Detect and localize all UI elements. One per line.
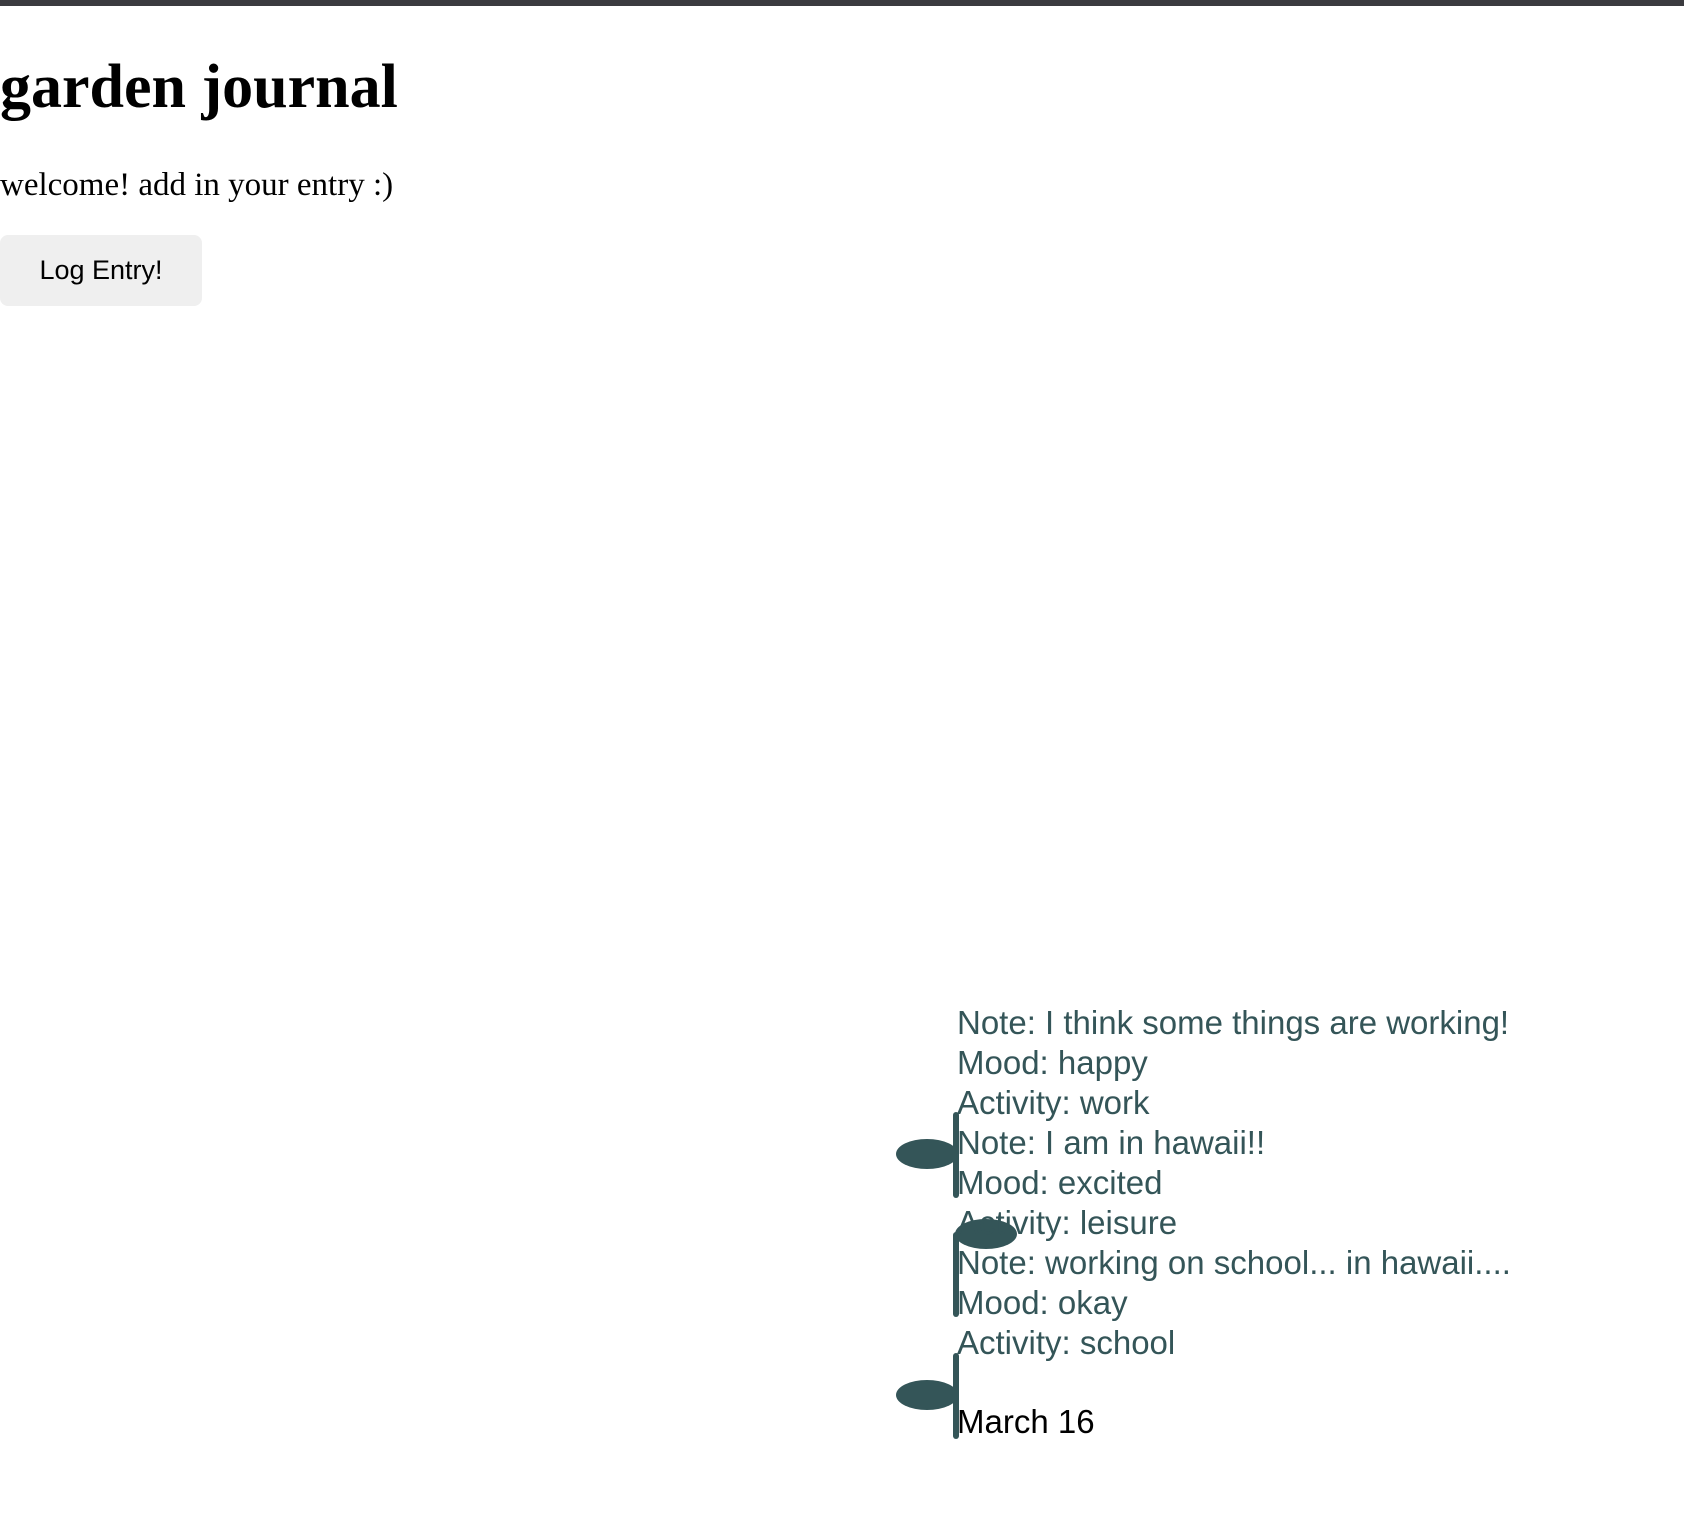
journal-entries: Note: I think some things are working! M… <box>957 1003 1677 1363</box>
entry-activity: Activity: school <box>957 1324 1176 1361</box>
journal-entry: Note: I am in hawaii!! Mood: excited Act… <box>957 1123 1677 1243</box>
entry-activity: Activity: work <box>957 1084 1150 1121</box>
page-title: garden journal <box>0 53 398 121</box>
entry-mood: Mood: excited <box>957 1164 1163 1201</box>
leaf-icon <box>896 1139 958 1169</box>
log-entry-button[interactable]: Log Entry! <box>0 235 202 306</box>
welcome-message: welcome! add in your entry :) <box>0 167 394 203</box>
leaf-icon <box>896 1380 958 1410</box>
entry-note: Note: I am in hawaii!! <box>957 1124 1266 1161</box>
journal-entry: Note: working on school... in hawaii....… <box>957 1243 1677 1363</box>
entry-activity: Activity: leisure <box>957 1204 1178 1241</box>
entry-date: March 16 <box>957 1403 1095 1440</box>
entry-note: Note: working on school... in hawaii.... <box>957 1244 1511 1281</box>
journal-entry: Note: I think some things are working! M… <box>957 1003 1677 1123</box>
entry-note: Note: I think some things are working! <box>957 1004 1510 1041</box>
entry-mood: Mood: happy <box>957 1044 1148 1081</box>
entry-mood: Mood: okay <box>957 1284 1128 1321</box>
